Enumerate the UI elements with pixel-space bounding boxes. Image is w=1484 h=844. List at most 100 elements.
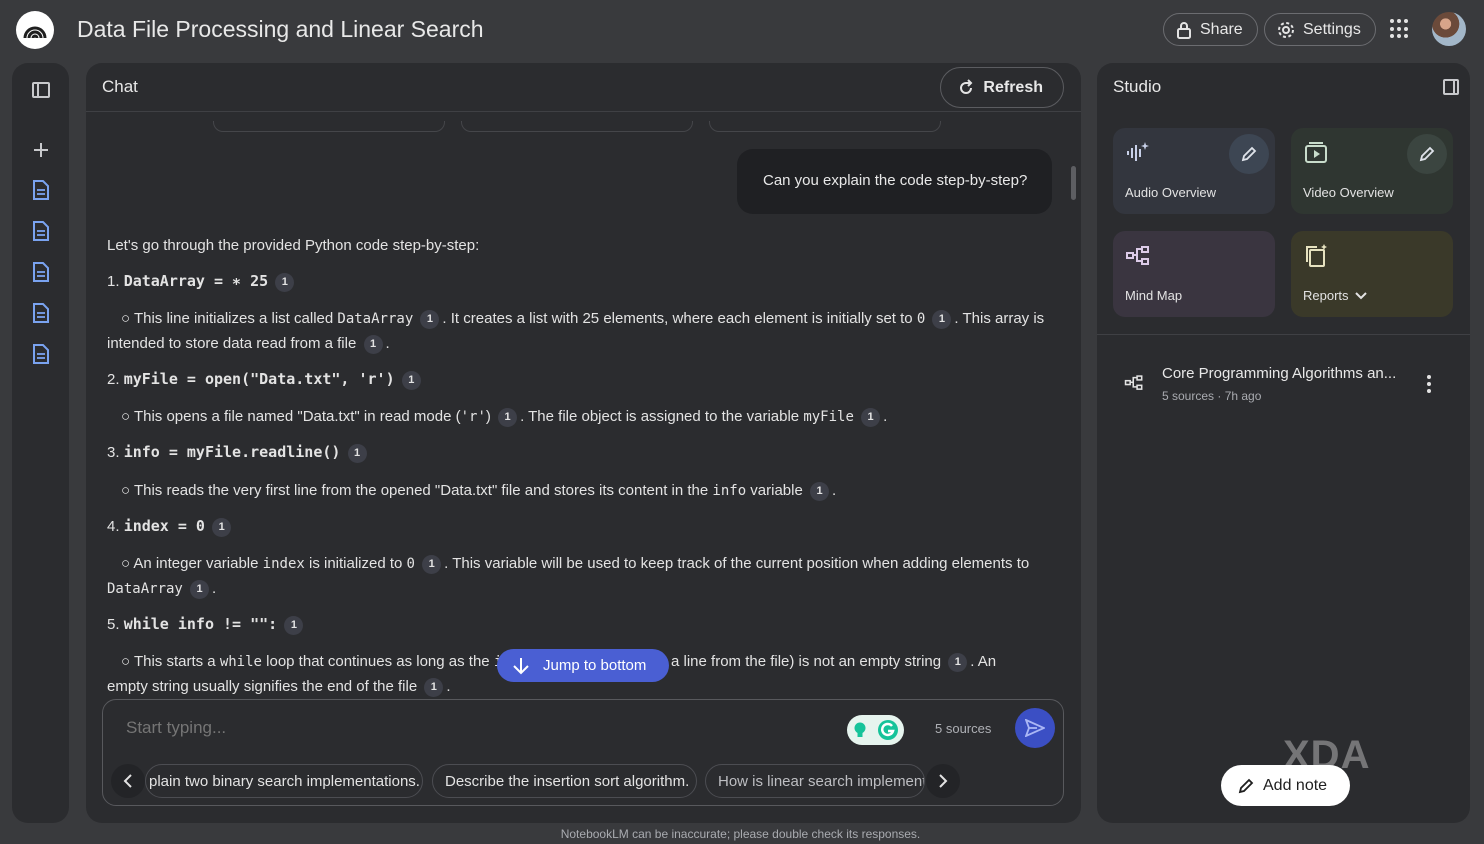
edit-video-overview-button[interactable] xyxy=(1407,134,1447,174)
chevron-right-icon xyxy=(939,774,948,788)
video-overview-card[interactable]: Video Overview xyxy=(1291,128,1453,214)
pencil-icon xyxy=(1241,146,1257,162)
citation-badge[interactable]: 1 xyxy=(190,579,210,599)
code-span: DataArray = ∗ 25 xyxy=(123,272,269,290)
code-span: DataArray xyxy=(337,311,414,327)
chat-input[interactable] xyxy=(126,718,347,738)
video-play-icon xyxy=(1305,142,1327,163)
source-document-icon[interactable] xyxy=(31,220,51,242)
chat-scrollbar[interactable] xyxy=(1071,166,1076,200)
suggestion-chip[interactable]: Describe the insertion sort algorithm. xyxy=(432,764,697,798)
chat-composer: 5 sources plain two binary search implem… xyxy=(102,699,1064,806)
gear-icon xyxy=(1278,21,1294,38)
avatar[interactable] xyxy=(1432,12,1466,46)
share-button[interactable]: Share xyxy=(1163,13,1258,46)
add-note-button[interactable]: Add note xyxy=(1221,765,1350,806)
user-message: Can you explain the code step-by-step? xyxy=(737,149,1052,214)
notebooklm-logo-icon[interactable] xyxy=(16,11,54,49)
chat-header: Chat Refresh xyxy=(86,63,1081,112)
mind-map-card[interactable]: Mind Map xyxy=(1113,231,1275,317)
grammarly-icon xyxy=(878,720,899,740)
card-label: Audio Overview xyxy=(1125,185,1217,200)
previous-suggestion-chip xyxy=(709,121,941,132)
arrow-down-icon xyxy=(513,657,529,674)
citation-badge[interactable]: 1 xyxy=(401,370,421,390)
code-span: myFile = open("Data.txt", 'r') xyxy=(123,370,395,388)
add-note-label: Add note xyxy=(1263,776,1328,794)
divider xyxy=(1097,334,1470,335)
chat-panel: Chat Refresh Can you explain the code st… xyxy=(86,63,1081,823)
settings-button[interactable]: Settings xyxy=(1264,13,1376,46)
citation-badge[interactable]: 1 xyxy=(284,615,304,635)
suggestion-chip[interactable]: plain two binary search implementations. xyxy=(145,764,423,798)
citation-badge[interactable]: 1 xyxy=(275,272,295,292)
citation-badge[interactable]: 1 xyxy=(363,334,383,354)
studio-title: Studio xyxy=(1113,77,1162,96)
source-document-icon[interactable] xyxy=(31,302,51,324)
top-bar: Data File Processing and Linear Search S… xyxy=(0,0,1484,60)
source-document-icon[interactable] xyxy=(31,179,51,201)
code-span: 0 xyxy=(916,311,926,327)
previous-suggestion-chip xyxy=(461,121,693,132)
jump-label: Jump to bottom xyxy=(543,657,647,674)
more-options-icon[interactable] xyxy=(1427,375,1431,393)
step-bullet: ○ This reads the very first line from th… xyxy=(121,481,837,501)
audio-overview-card[interactable]: Audio Overview xyxy=(1113,128,1275,214)
pencil-icon xyxy=(1238,778,1254,793)
step-bullet: ○ An integer variable index is initializ… xyxy=(121,554,1030,574)
source-document-icon[interactable] xyxy=(31,261,51,283)
suggestions-next-button[interactable] xyxy=(926,764,960,798)
refresh-button[interactable]: Refresh xyxy=(940,67,1064,108)
send-icon xyxy=(1025,719,1045,737)
suggestions-prev-button[interactable] xyxy=(111,764,145,798)
step-bullet-continued: DataArray 1. xyxy=(107,579,217,599)
refresh-label: Refresh xyxy=(983,78,1043,96)
reports-label: Reports xyxy=(1303,288,1367,303)
step-bullet-tail: a line from the file) is not an empty st… xyxy=(671,652,997,672)
step-heading: 1. DataArray = ∗ 25 1 xyxy=(107,269,297,294)
apps-grid-icon[interactable] xyxy=(1390,19,1410,39)
note-title: Core Programming Algorithms an... xyxy=(1162,365,1397,382)
citation-badge[interactable]: 1 xyxy=(932,309,952,329)
suggestion-chip[interactable]: How is linear search implemente xyxy=(705,764,925,798)
jump-to-bottom-button[interactable]: Jump to bottom xyxy=(497,649,669,682)
audio-waveform-icon xyxy=(1127,142,1149,161)
panel-toggle-icon[interactable] xyxy=(1443,79,1459,95)
source-document-icon[interactable] xyxy=(31,343,51,365)
add-source-icon[interactable] xyxy=(31,139,51,161)
mind-map-icon xyxy=(1126,246,1149,265)
code-span: index = 0 xyxy=(123,517,205,535)
card-label: Mind Map xyxy=(1125,288,1183,303)
chevron-down-icon[interactable] xyxy=(1354,291,1367,300)
settings-label: Settings xyxy=(1303,20,1361,38)
chat-title: Chat xyxy=(102,77,138,96)
send-button[interactable] xyxy=(1015,708,1055,748)
saved-note-item[interactable]: Core Programming Algorithms an... 5 sour… xyxy=(1097,355,1470,415)
citation-badge[interactable]: 1 xyxy=(498,407,518,427)
refresh-icon xyxy=(960,78,973,94)
code-span: myFile xyxy=(803,409,854,425)
edit-audio-overview-button[interactable] xyxy=(1229,134,1269,174)
citation-badge[interactable]: 1 xyxy=(212,517,232,537)
chevron-left-icon xyxy=(123,774,132,788)
code-span: while xyxy=(219,654,262,670)
step-bullet: ○ This line initializes a list called Da… xyxy=(121,309,1045,329)
citation-badge[interactable]: 1 xyxy=(810,481,829,501)
citation-badge[interactable]: 1 xyxy=(948,652,968,672)
grammarly-widget[interactable] xyxy=(847,715,904,745)
citation-badge[interactable]: 1 xyxy=(424,677,444,697)
code-span: info = myFile.readline() xyxy=(123,443,341,461)
citation-badge[interactable]: 1 xyxy=(861,407,881,427)
code-span: index xyxy=(262,556,305,572)
citation-badge[interactable]: 1 xyxy=(420,309,440,329)
code-span: 0 xyxy=(406,556,415,572)
code-span: info xyxy=(712,483,747,499)
sidebar-toggle-icon[interactable] xyxy=(31,79,51,101)
studio-panel: Studio Audio Overview Video Overview Min… xyxy=(1097,63,1470,823)
citation-badge[interactable]: 1 xyxy=(347,443,367,463)
reports-card[interactable]: Reports xyxy=(1291,231,1453,317)
previous-suggestion-chip xyxy=(213,121,445,132)
citation-badge[interactable]: 1 xyxy=(422,554,442,574)
notebook-title[interactable]: Data File Processing and Linear Search xyxy=(77,16,484,43)
step-heading: 3. info = myFile.readline() 1 xyxy=(107,440,370,465)
